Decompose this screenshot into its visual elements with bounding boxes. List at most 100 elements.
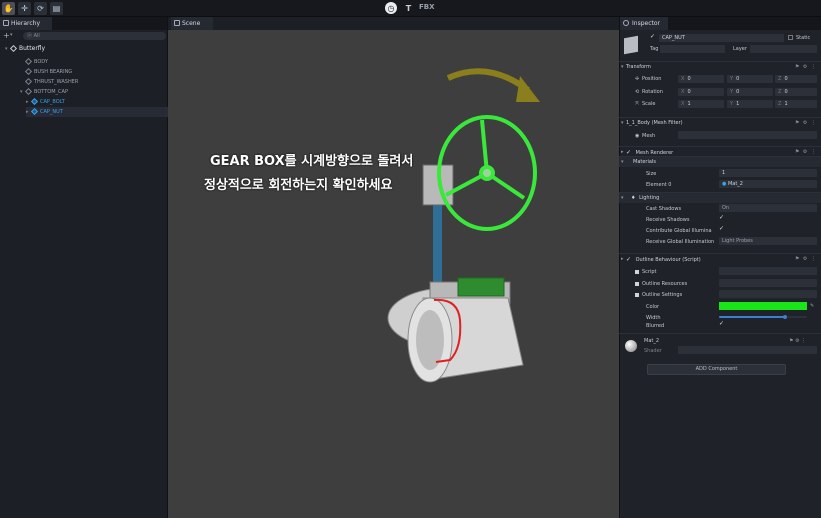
gameobject-icon <box>24 77 33 86</box>
position-z-value: 0 <box>784 76 788 82</box>
hierarchy-tabbar: Hierarchy <box>0 17 167 30</box>
lighting-label: Lighting <box>639 195 660 201</box>
move-icon: ✢ <box>635 76 640 82</box>
scale-x-value: 1 <box>687 101 691 107</box>
outline-checkbox[interactable]: ✓ <box>626 256 631 263</box>
collapse-arrow-icon[interactable]: ▾ <box>621 157 624 168</box>
inspector-tab-label: Inspector <box>632 20 660 27</box>
add-object-button[interactable]: + <box>3 31 10 40</box>
receive-gi-label: Receive Global Illumination <box>646 239 715 245</box>
component-tools-icon[interactable]: ⚑ ⚙ ⋮ <box>795 62 817 73</box>
lighting-foldout[interactable]: ▾ ♦ Lighting <box>619 192 821 203</box>
object-name-field[interactable]: CAP_NUT <box>659 34 784 42</box>
clock-button[interactable]: ◷ <box>385 2 397 14</box>
hierarchy-panel: Hierarchy + ▾ ⓟ All ▾ Butterfly BODY BUSH… <box>0 17 168 518</box>
fbx-button[interactable]: FBX <box>419 3 435 11</box>
script-field[interactable] <box>719 267 817 275</box>
scene-tabbar: Scene <box>168 17 619 30</box>
mesh-field[interactable] <box>678 131 817 139</box>
tree-item-bottom-cap[interactable]: ▾ BOTTOM_CAP <box>20 87 68 97</box>
hierarchy-search-input[interactable]: ⓟ All <box>23 32 166 40</box>
tree-item-label: CAP_BOLT <box>40 99 65 105</box>
tree-item-label: BOTTOM_CAP <box>34 89 68 95</box>
contribute-gi-checkbox[interactable]: ✓ <box>719 225 724 232</box>
chevron-down-icon[interactable]: ▾ <box>10 32 13 38</box>
outline-color-swatch[interactable] <box>719 302 807 310</box>
scale-x-field[interactable]: X1 <box>678 100 724 108</box>
active-checkbox[interactable]: ✓ <box>650 33 655 40</box>
static-checkbox[interactable] <box>788 35 793 40</box>
rotation-y-field[interactable]: Y0 <box>727 88 773 96</box>
scale-y-field[interactable]: Y1 <box>727 100 773 108</box>
receive-shadows-checkbox[interactable]: ✓ <box>719 214 724 221</box>
tree-item-bush-bearing[interactable]: BUSH BEARING <box>24 67 72 77</box>
hierarchy-tab-icon <box>3 20 9 26</box>
material-sphere-icon <box>625 340 637 352</box>
tag-dropdown[interactable] <box>660 45 725 53</box>
mesh-filter-title: 1_1_Body (Mesh Filter) <box>626 120 683 126</box>
hierarchy-search-row: + ▾ ⓟ All <box>0 30 167 42</box>
shader-dropdown[interactable] <box>678 346 817 354</box>
tree-item-cap-nut[interactable]: ▸ CAP_NUT <box>26 107 168 117</box>
gameobject-icon <box>24 87 33 96</box>
scale-z-value: 1 <box>784 101 788 107</box>
receive-gi-dropdown[interactable]: Light Probes <box>719 237 817 245</box>
rotation-label: Rotation <box>642 89 663 95</box>
rect-tool-icon[interactable]: ▤ <box>50 2 63 15</box>
receive-shadows-label: Receive Shadows <box>646 217 690 223</box>
tree-item-cap-bolt[interactable]: ▸ CAP_BOLT <box>26 97 65 107</box>
width-slider-handle[interactable] <box>783 315 787 319</box>
instruction-line-1: GEAR BOX를 시계방향으로 돌려서 <box>210 154 414 169</box>
inspector-tabbar: Inspector <box>620 17 821 30</box>
materials-label: Materials <box>633 159 656 165</box>
move-tool-icon[interactable]: ✛ <box>18 2 31 15</box>
outline-settings-field[interactable] <box>719 290 817 298</box>
tree-item-root[interactable]: ▾ Butterfly <box>5 44 45 54</box>
position-z-field[interactable]: Z0 <box>775 75 817 83</box>
size-field[interactable]: 1 <box>719 169 817 177</box>
cast-shadows-dropdown[interactable]: On <box>719 204 817 212</box>
position-y-value: 0 <box>736 76 740 82</box>
outline-header[interactable]: ▸ ✓ Outline Behaviour (Script) ⚑ ⚙ ⋮ <box>619 253 821 264</box>
add-component-button[interactable]: ADD Component <box>647 364 786 375</box>
collapse-arrow-icon[interactable]: ▸ <box>621 254 624 265</box>
collapse-arrow-icon[interactable]: ▾ <box>621 118 624 129</box>
mesh-filter-header[interactable]: ▾ 1_1_Body (Mesh Filter) ⚑ ⚙ ⋮ <box>619 117 821 128</box>
rotation-z-field[interactable]: Z0 <box>775 88 817 96</box>
hierarchy-tab-label: Hierarchy <box>11 20 41 27</box>
collapse-arrow-icon[interactable]: ▾ <box>621 62 624 73</box>
tab-scene[interactable]: Scene <box>171 17 213 30</box>
tab-inspector[interactable]: Inspector <box>620 17 668 30</box>
rotate-tool-icon[interactable]: ⟳ <box>34 2 47 15</box>
material-tools-icon[interactable]: ⚑ ⚙ ⋮ <box>789 338 806 344</box>
position-y-field[interactable]: Y0 <box>727 75 773 83</box>
scale-icon: ⤧ <box>635 101 640 107</box>
text-tool-button[interactable]: T <box>402 2 415 15</box>
blurred-checkbox[interactable]: ✓ <box>719 320 724 327</box>
layer-dropdown[interactable] <box>750 45 817 53</box>
transform-header[interactable]: ▾ Transform ⚑ ⚙ ⋮ <box>619 61 821 72</box>
rotation-arrow-icon <box>446 68 530 93</box>
position-x-field[interactable]: X0 <box>678 75 724 83</box>
element0-field[interactable]: ● Mat_2 <box>719 180 817 188</box>
scale-z-field[interactable]: Z1 <box>775 100 817 108</box>
eyedropper-icon[interactable]: ✎ <box>810 303 814 309</box>
tab-hierarchy[interactable]: Hierarchy <box>0 17 52 30</box>
component-tools-icon[interactable]: ⚑ ⚙ ⋮ <box>795 118 817 129</box>
outline-settings-label: Outline Settings <box>642 292 683 298</box>
tree-item-thrust-washer[interactable]: THRUST_WASHER <box>24 77 78 87</box>
info-icon <box>623 20 629 26</box>
outline-resources-field[interactable] <box>719 279 817 287</box>
mesh-renderer-checkbox[interactable]: ✓ <box>626 149 631 156</box>
collapse-arrow-icon[interactable]: ▾ <box>621 193 624 204</box>
component-tools-icon[interactable]: ⚑ ⚙ ⋮ <box>795 254 817 265</box>
cast-shadows-label: Cast Shadows <box>646 206 682 212</box>
settings-icon <box>635 293 639 297</box>
scene-viewport[interactable] <box>168 30 619 518</box>
materials-foldout[interactable]: ▾ Materials <box>619 156 821 167</box>
mesh-label: Mesh <box>642 133 656 139</box>
hand-tool-icon[interactable]: ✋ <box>2 2 15 15</box>
tree-item-body[interactable]: BODY <box>24 57 48 67</box>
position-x-value: 0 <box>687 76 691 82</box>
rotation-x-field[interactable]: X0 <box>678 88 724 96</box>
